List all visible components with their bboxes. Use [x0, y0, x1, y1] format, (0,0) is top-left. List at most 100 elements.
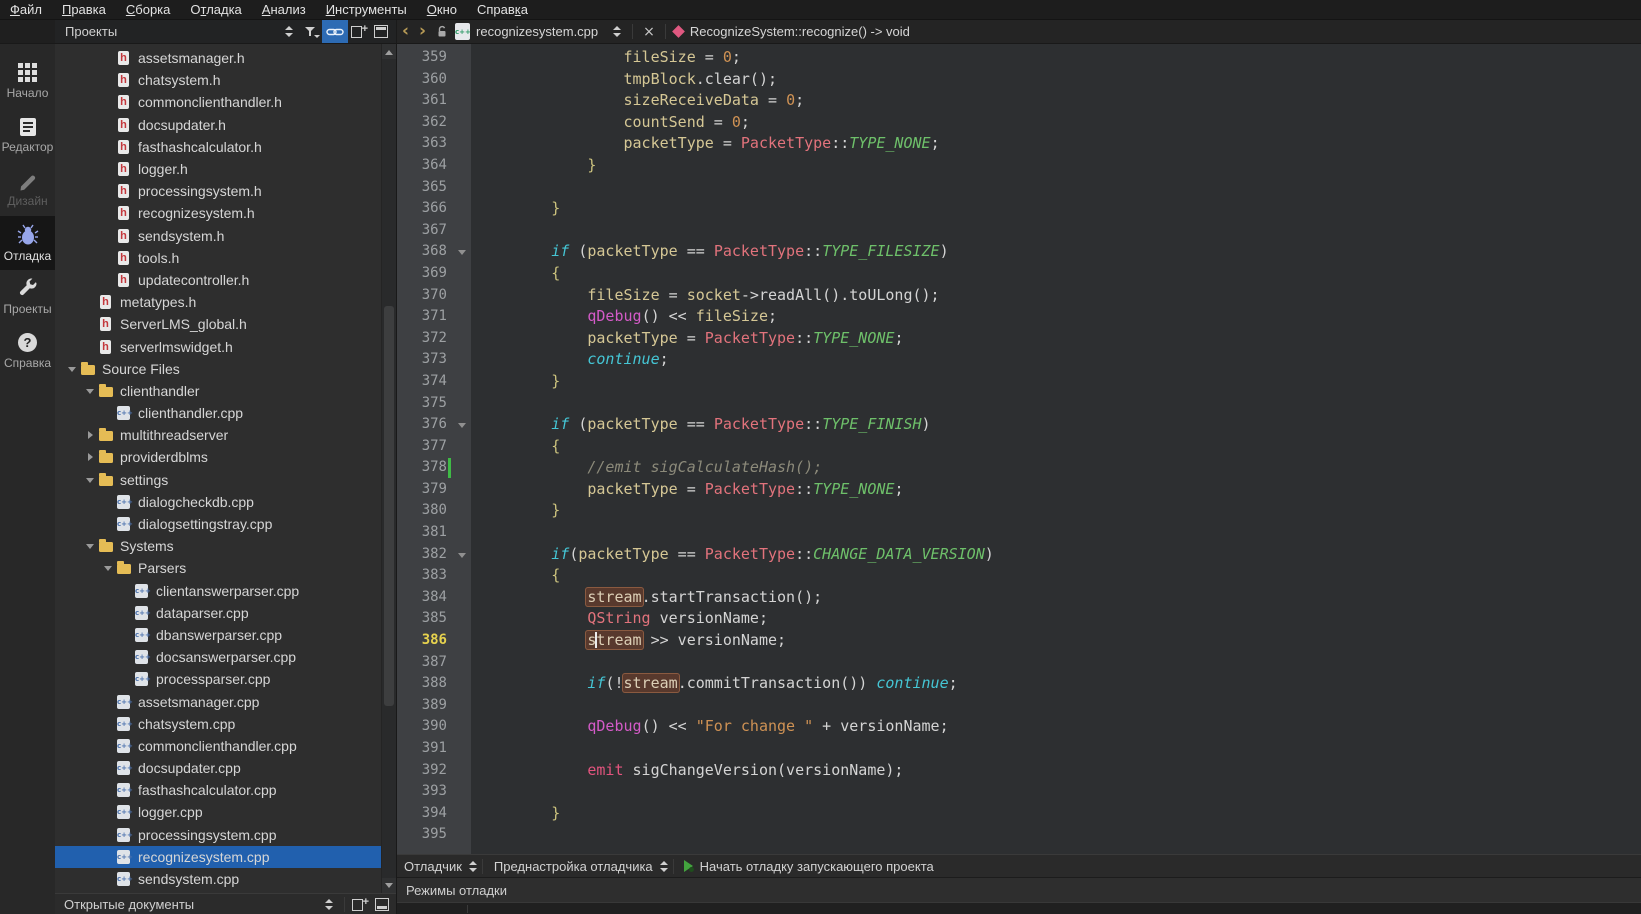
- code-text[interactable]: }: [471, 198, 560, 220]
- tree-item[interactable]: chatsystem.h: [55, 69, 381, 91]
- code-text[interactable]: tmpBlock.clear();: [471, 69, 777, 91]
- tree-item[interactable]: assetsmanager.h: [55, 47, 381, 69]
- code-text[interactable]: [471, 393, 479, 415]
- code-text[interactable]: {: [471, 263, 560, 285]
- menu-item[interactable]: Файл: [0, 1, 52, 18]
- debugger-selector[interactable]: Отладчик: [397, 859, 469, 874]
- tree-item[interactable]: sendsystem.h: [55, 225, 381, 247]
- fold-marker-icon[interactable]: [458, 423, 466, 432]
- tree-item[interactable]: logger.cpp: [55, 801, 381, 823]
- expand-arrow-icon[interactable]: [63, 362, 80, 376]
- code-text[interactable]: QString versionName;: [471, 608, 768, 630]
- expand-arrow-icon[interactable]: [81, 384, 98, 398]
- tree-item[interactable]: docsupdater.cpp: [55, 757, 381, 779]
- menu-item[interactable]: Отладка: [180, 1, 251, 18]
- code-text[interactable]: if(packetType == PacketType::CHANGE_DATA…: [471, 544, 994, 566]
- tree-item[interactable]: logger.h: [55, 158, 381, 180]
- tree-item[interactable]: docsupdater.h: [55, 114, 381, 136]
- code-text[interactable]: //emit sigCalculateHash();: [471, 457, 822, 479]
- tree-item[interactable]: tools.h: [55, 247, 381, 269]
- menu-item[interactable]: Анализ: [252, 1, 316, 18]
- mode-debug[interactable]: Отладка: [0, 216, 55, 270]
- current-symbol[interactable]: RecognizeSystem::recognize() -> void: [690, 24, 910, 39]
- tree-item[interactable]: clienthandler: [55, 380, 381, 402]
- tree-item[interactable]: commonclienthandler.cpp: [55, 735, 381, 757]
- tree-item[interactable]: clientanswerparser.cpp: [55, 580, 381, 602]
- code-text[interactable]: }: [471, 371, 560, 393]
- fold-marker-icon[interactable]: [458, 250, 466, 259]
- panel-combo-button[interactable]: [278, 20, 300, 43]
- menu-item[interactable]: Инструменты: [316, 1, 417, 18]
- code-text[interactable]: }: [471, 500, 560, 522]
- expand-arrow-icon[interactable]: [81, 431, 98, 439]
- code-text[interactable]: if(!stream.commitTransaction()) continue…: [471, 673, 958, 695]
- tree-item[interactable]: multithreadserver: [55, 424, 381, 446]
- code-text[interactable]: if (packetType == PacketType::TYPE_FILES…: [471, 241, 949, 263]
- document-combo-button[interactable]: [606, 20, 628, 43]
- back-button[interactable]: ‹: [397, 21, 414, 41]
- code-text[interactable]: qDebug() << "For change " + versionName;: [471, 716, 949, 738]
- code-text[interactable]: [471, 695, 479, 717]
- tree-item[interactable]: recognizesystem.cpp: [55, 846, 381, 868]
- code-text[interactable]: countSend = 0;: [471, 112, 750, 134]
- tree-item[interactable]: chatsystem.cpp: [55, 713, 381, 735]
- fold-marker-icon[interactable]: [458, 553, 466, 562]
- open-document-name[interactable]: recognizesystem.cpp: [476, 24, 598, 39]
- tree-item[interactable]: processingsystem.h: [55, 180, 381, 202]
- code-text[interactable]: sizeReceiveData = 0;: [471, 90, 804, 112]
- tree-item[interactable]: assetsmanager.cpp: [55, 690, 381, 712]
- sync-with-editor-button[interactable]: [322, 20, 348, 43]
- tree-item[interactable]: commonclienthandler.h: [55, 91, 381, 113]
- start-debugging-icon[interactable]: [684, 860, 693, 872]
- code-editor[interactable]: 359 fileSize = 0;360 tmpBlock.clear();36…: [397, 44, 1641, 854]
- code-text[interactable]: emit sigChangeVersion(versionName);: [471, 760, 903, 782]
- scroll-up-button[interactable]: [382, 44, 396, 59]
- tree-item[interactable]: ServerLMS_global.h: [55, 313, 381, 335]
- tree-item[interactable]: docsanswerparser.cpp: [55, 646, 381, 668]
- code-text[interactable]: stream.startTransaction();: [471, 587, 822, 609]
- code-text[interactable]: [471, 781, 479, 803]
- code-text[interactable]: packetType = PacketType::TYPE_NONE;: [471, 479, 903, 501]
- scroll-down-button[interactable]: [382, 878, 396, 893]
- lock-button[interactable]: [431, 20, 453, 43]
- close-document-button[interactable]: ×: [637, 24, 661, 40]
- code-text[interactable]: [471, 738, 479, 760]
- code-text[interactable]: fileSize = socket->readAll().toULong();: [471, 285, 940, 307]
- split-button[interactable]: [349, 893, 371, 914]
- menu-item[interactable]: Справка: [467, 1, 538, 18]
- code-text[interactable]: packetType = PacketType::TYPE_NONE;: [471, 328, 903, 350]
- filter-button[interactable]: [300, 20, 322, 43]
- close-panel-button[interactable]: [371, 893, 393, 914]
- menu-item[interactable]: Сборка: [116, 1, 181, 18]
- expand-arrow-icon[interactable]: [81, 539, 98, 553]
- tree-item[interactable]: processingsystem.cpp: [55, 824, 381, 846]
- tree-item[interactable]: dataparser.cpp: [55, 602, 381, 624]
- code-text[interactable]: [471, 522, 479, 544]
- tree-item[interactable]: updatecontroller.h: [55, 269, 381, 291]
- tree-item[interactable]: Parsers: [55, 557, 381, 579]
- mode-edit[interactable]: Редактор: [0, 108, 55, 162]
- tree-item[interactable]: processparser.cpp: [55, 668, 381, 690]
- tree-item[interactable]: dbanswerparser.cpp: [55, 624, 381, 646]
- debugger-preset-selector[interactable]: Преднастройка отладчика: [487, 859, 660, 874]
- tree-item[interactable]: settings: [55, 469, 381, 491]
- code-text[interactable]: packetType = PacketType::TYPE_NONE;: [471, 133, 940, 155]
- expand-arrow-icon[interactable]: [99, 561, 116, 575]
- tree-scrollbar[interactable]: [381, 44, 396, 893]
- start-debugging-button[interactable]: Начать отладку запускающего проекта: [693, 859, 941, 874]
- expand-arrow-icon[interactable]: [81, 453, 98, 461]
- code-text[interactable]: if (packetType == PacketType::TYPE_FINIS…: [471, 414, 931, 436]
- code-text[interactable]: }: [471, 803, 560, 825]
- code-text[interactable]: fileSize = 0;: [471, 47, 741, 69]
- tree-item[interactable]: sendsystem.cpp: [55, 868, 381, 890]
- menu-item[interactable]: Окно: [417, 1, 467, 18]
- close-panel-button[interactable]: [370, 20, 392, 43]
- tree-item[interactable]: providerdblms: [55, 446, 381, 468]
- code-text[interactable]: [471, 652, 479, 674]
- code-text[interactable]: {: [471, 565, 560, 587]
- mode-help[interactable]: ? Справка: [0, 324, 55, 378]
- tree-item[interactable]: fasthashcalculator.h: [55, 136, 381, 158]
- code-text[interactable]: continue;: [471, 349, 669, 371]
- expand-arrow-icon[interactable]: [81, 473, 98, 487]
- code-text[interactable]: [471, 177, 479, 199]
